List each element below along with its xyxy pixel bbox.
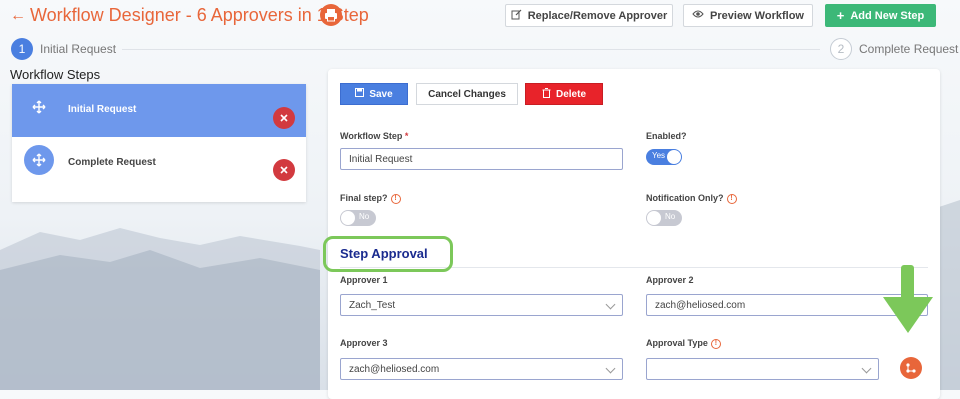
workflow-step-item-complete-request[interactable]: Complete Request [12,137,306,190]
approver-3-value: zach@heliosed.com [349,363,440,375]
enabled-toggle[interactable]: Yes [646,149,682,165]
close-icon[interactable] [273,107,295,129]
notification-only-label: Notification Only?! [646,193,737,204]
final-step-toggle-text: No [359,212,370,221]
chevron-down-icon [605,363,616,374]
replace-remove-approver-label: Replace/Remove Approver [527,9,668,22]
workflow-steps-list: Initial Request Complete Request [12,84,306,202]
save-icon [355,88,365,100]
approver-3-select[interactable]: zach@heliosed.com [340,358,623,380]
close-icon[interactable] [273,159,295,181]
workflow-steps-heading: Workflow Steps [10,67,101,82]
step-form-card: Save Cancel Changes Delete Workflow Step… [328,69,940,399]
approver-1-select[interactable]: Zach_Test [340,294,623,316]
required-marker: * [404,131,409,141]
chevron-down-icon [861,363,872,374]
final-step-toggle[interactable]: No [340,210,376,226]
cancel-changes-button[interactable]: Cancel Changes [416,83,518,105]
trash-icon [542,87,551,101]
add-new-step-label: Add New Step [850,9,925,22]
workflow-step-input[interactable]: Initial Request [340,148,623,170]
notification-only-toggle[interactable]: No [646,210,682,226]
enabled-toggle-text: Yes [652,151,666,160]
workflow-step-name: Initial Request [68,104,137,115]
step-1-label: Initial Request [40,42,117,56]
move-icon[interactable] [24,92,54,122]
final-step-label: Final step?! [340,193,401,204]
approver-3-label: Approver 3 [340,338,388,348]
save-label: Save [369,88,393,100]
workflow-step-label: Workflow Step * [340,131,409,141]
step-approval-heading: Step Approval [340,246,428,261]
print-icon[interactable] [320,4,342,26]
info-icon[interactable]: ! [390,193,401,204]
delete-label: Delete [555,88,586,100]
workflow-step-name: Complete Request [68,157,156,168]
chevron-down-icon [605,299,616,310]
workflow-icon[interactable] [900,357,922,379]
edit-icon [511,9,522,23]
info-icon[interactable]: ! [710,338,721,349]
preview-workflow-button[interactable]: Preview Workflow [683,4,813,27]
plus-icon: + [836,8,845,23]
enabled-label: Enabled? [646,131,687,141]
step-1-indicator[interactable]: 1 [11,38,33,60]
step-2-label: Complete Request [859,42,959,56]
eye-icon [692,9,704,22]
approver-2-value: zach@heliosed.com [655,299,746,311]
approver-1-value: Zach_Test [349,299,396,311]
add-new-step-button[interactable]: + Add New Step [825,4,936,27]
delete-button[interactable]: Delete [525,83,603,105]
workflow-step-item-initial-request[interactable]: Initial Request [12,84,306,137]
save-button[interactable]: Save [340,83,408,105]
notification-only-toggle-text: No [665,212,676,221]
stepper-connector [122,49,820,50]
info-icon[interactable]: ! [726,193,737,204]
approval-type-label: Approval Type! [646,338,721,349]
preview-workflow-label: Preview Workflow [710,9,804,22]
approval-type-select[interactable] [646,358,879,380]
step-2-indicator[interactable]: 2 [830,38,852,60]
arrow-down-icon [883,265,933,333]
replace-remove-approver-button[interactable]: Replace/Remove Approver [505,4,673,27]
approver-2-label: Approver 2 [646,275,694,285]
approver-1-label: Approver 1 [340,275,388,285]
move-icon[interactable] [24,145,54,175]
page-title: Workflow Designer - 6 Approvers in 1 Ste… [30,5,369,25]
back-arrow-icon[interactable]: ← [10,8,26,24]
